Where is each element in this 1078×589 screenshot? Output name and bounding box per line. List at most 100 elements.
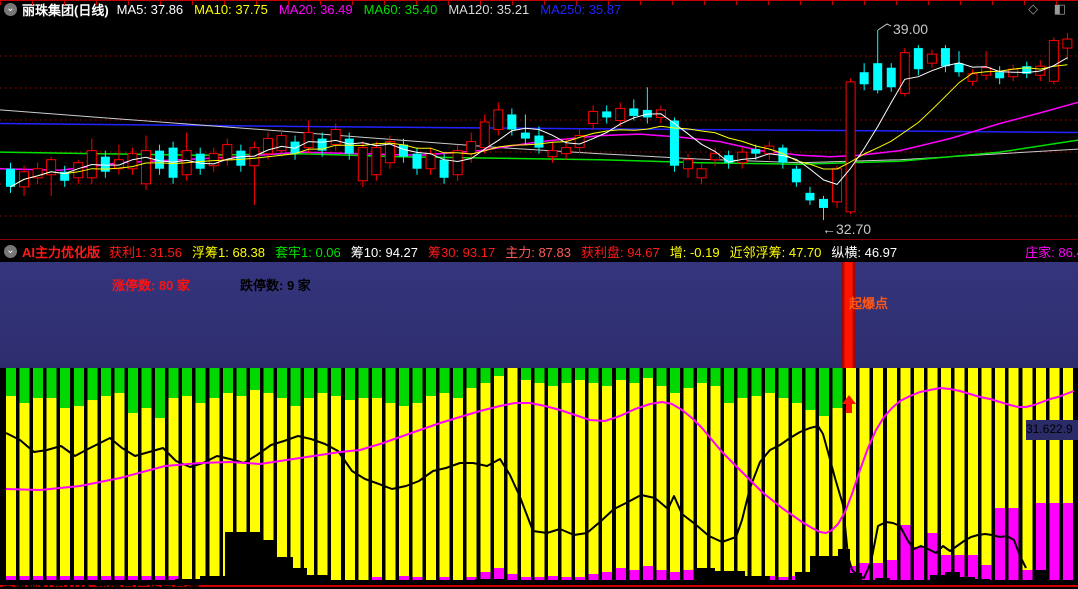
chevron-down-icon[interactable]: ⌄ [4,245,17,258]
indicator-bar [277,368,287,580]
indicator-bar [182,368,193,580]
indicator-bar [317,368,328,580]
indicator-bar [968,368,979,580]
stock-app-window: ⌄ 丽珠集团(日线) MA5: 37.86 MA10: 37.75 MA20: 36… [0,0,1078,589]
indicator-panel[interactable]: 涨停数: 80 家 跌停数: 9 家 起爆点 31.622.9 ★出现红色柱体 … [0,262,1078,589]
candle-body-down [344,138,354,154]
indicator-bar [588,368,599,580]
ma-legend-item-1: MA10: 37.75 [194,2,268,17]
candle-body-up [276,135,287,152]
green-cap [114,368,125,393]
green-cap [371,368,382,398]
param-item-2: 套牢1: 0.06 [275,245,341,260]
black-volume-bar [225,532,262,584]
green-cap [805,368,816,410]
black-volume-bar [277,557,293,584]
green-cap [236,368,247,396]
green-cap [480,368,491,383]
green-cap [331,368,342,396]
indicator-bar [629,368,640,580]
indicator-bar [168,368,179,580]
param-item-0: 获利1: 31.56 [109,245,183,260]
green-cap [155,368,166,418]
candle-body-up [425,153,436,170]
param-item-9: 纵横: 46.97 [831,245,898,260]
green-cap [466,368,477,388]
candle-body-up [303,132,314,149]
magenta-bar [683,570,694,580]
candle-body-up [330,129,341,146]
candle-body-down [520,132,530,139]
chevron-down-icon[interactable]: ⌄ [4,3,17,16]
magenta-bar [602,572,613,580]
magenta-bar [439,577,450,580]
black-volume-bar [770,581,790,584]
green-cap [737,368,748,398]
indicator-bar [466,368,477,580]
green-cap [46,368,57,398]
candle-body-up [1062,38,1073,49]
green-cap [73,368,84,406]
green-cap [778,368,789,398]
green-cap [127,368,138,413]
green-cap [791,368,802,403]
indicator-bar [209,368,220,580]
param-item-10: 庄家: 86.42 [1025,245,1078,260]
candle-body-up [899,52,910,94]
candle-body-down [954,63,964,73]
black-volume-bar [262,540,277,584]
green-cap [832,368,843,408]
indicator-params: 获利1: 31.56 浮筹1: 68.38 套牢1: 0.06 筹10: 94.27 筹… [109,242,1078,261]
indicator-bar [6,368,16,580]
magenta-bar [371,577,382,580]
green-cap [100,368,111,396]
candle-body-up [845,81,856,213]
green-cap [358,368,369,398]
candle-body-up [1048,40,1059,82]
indicator-name[interactable]: AI主力优化版 [22,242,100,261]
candle-body-up [696,168,707,179]
green-cap [439,368,450,393]
candle-body-up [561,147,572,155]
indicator-bar [954,368,965,580]
candle-body-up [737,151,748,164]
candle-body-down [873,63,883,91]
header-bar: ⌄ 丽珠集团(日线) MA5: 37.86 MA10: 37.75 MA20: 36… [0,0,1078,19]
indicator-bar [575,368,586,580]
green-cap [412,368,423,403]
candle-body-down [412,153,422,169]
green-cap [182,368,193,396]
main-candlestick-chart[interactable]: 39.00 ←32.70 [0,19,1078,239]
candle-body-down [791,168,801,183]
indicator-bar [710,368,721,580]
indicator-bar [886,368,897,580]
candle-body-down [805,192,815,201]
indicator-bar [859,368,870,580]
green-cap [195,368,206,403]
green-cap [588,368,599,383]
green-cap [222,368,233,393]
candle-body-up [452,150,463,176]
black-volume-bar [945,572,960,584]
candle-body-up [141,150,151,185]
magenta-bar [534,577,545,580]
green-cap [724,368,735,403]
black-volume-bar [875,578,890,584]
magenta-bar [873,563,884,580]
black-volume-bar [715,571,745,584]
indicator-bar [114,368,125,580]
candle-body-up [547,150,558,158]
diamond-icon[interactable]: ◇ [1028,1,1044,16]
magenta-bar [968,555,979,580]
magenta-bar [548,576,558,580]
green-cap [304,368,315,398]
chart-title: 丽珠集团(日线) [22,3,109,18]
candle-body-down [507,114,517,130]
black-volume-bar [475,579,505,584]
candle-body-down [6,168,15,187]
split-pane-icon[interactable]: ◧ [1054,1,1072,16]
magenta-bar [1035,503,1046,580]
ma-legend-item-5: MA250: 35.87 [540,2,622,17]
green-cap [344,368,355,400]
black-volume-bar [975,579,990,584]
